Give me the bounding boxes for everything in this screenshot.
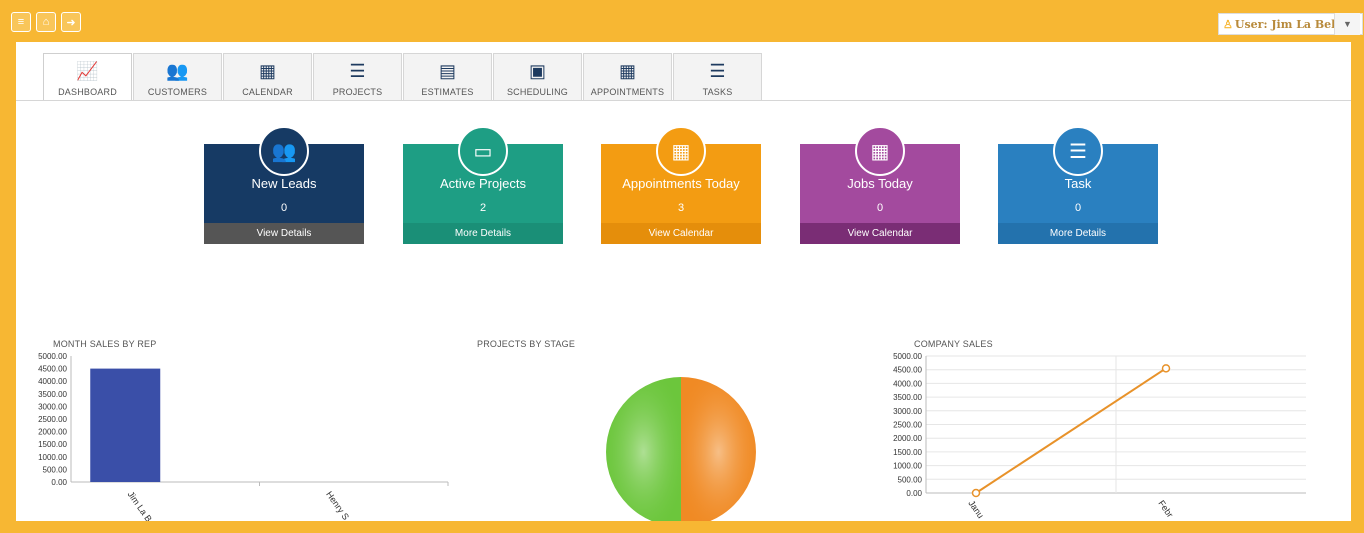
pie-slice-shade — [606, 377, 681, 521]
tab-divider — [16, 100, 1351, 101]
y-tick-label: 3500.00 — [893, 393, 922, 402]
data-point — [1161, 364, 1171, 373]
tab-label: CALENDAR — [242, 87, 293, 97]
tab-tasks[interactable]: ☰ TASKS — [673, 53, 762, 101]
y-tick-label: 3500.00 — [38, 390, 67, 399]
card-appointments-today: ▦ Appointments Today 3 View Calendar — [601, 126, 761, 244]
pie-chart — [606, 377, 756, 521]
y-tick-label: 1500.00 — [893, 448, 922, 457]
home-icon[interactable]: ⌂ — [36, 12, 56, 32]
users-icon: 👥 — [166, 61, 189, 81]
card-footer-link[interactable]: View Calendar — [601, 223, 761, 244]
list-icon: ☰ — [349, 61, 366, 81]
main-panel: 📈 DASHBOARD 👥 CUSTOMERS ▦ CALENDAR ☰ PROJECTS ▤ E… — [16, 42, 1351, 521]
card-footer-link[interactable]: More Details — [403, 223, 563, 244]
tasks-icon: ☰ — [1053, 126, 1103, 176]
chart-line-icon: 📈 — [76, 61, 99, 81]
card-count: 3 — [677, 202, 685, 214]
y-tick-label: 4500.00 — [893, 366, 922, 375]
y-tick-label: 5000.00 — [893, 352, 922, 361]
tab-label: CUSTOMERS — [147, 87, 208, 97]
calendar-icon: ▦ — [618, 61, 636, 81]
line-chart: 5000.00 4500.00 4000.00 3500.00 3000.00 2500.… — [893, 352, 1306, 520]
card-task: ☰ Task 0 More Details — [998, 126, 1158, 244]
card-title: Appointments Today — [622, 176, 740, 191]
list-icon: ☰ — [709, 61, 726, 81]
y-tick-label: 2000.00 — [38, 428, 67, 437]
clipboard-icon: ▣ — [528, 61, 546, 81]
pie-slice-shade — [681, 377, 756, 521]
user-label: User: Jim La Belle — [1234, 17, 1347, 31]
tab-projects[interactable]: ☰ PROJECTS — [313, 53, 402, 101]
y-tick-label: 2000.00 — [893, 434, 922, 443]
tab-estimates[interactable]: ▤ ESTIMATES — [403, 53, 492, 101]
logout-icon[interactable]: ➜ — [61, 12, 81, 32]
tab-label: SCHEDULING — [506, 87, 568, 97]
calendar-icon: ▦ — [656, 126, 706, 176]
series-line — [975, 367, 1167, 494]
y-tick-label: 4000.00 — [38, 377, 67, 386]
chevron-down-icon[interactable]: ▼ — [1334, 13, 1360, 35]
card-count: 0 — [876, 202, 884, 214]
y-tick-label: 1500.00 — [38, 440, 67, 449]
tab-customers[interactable]: 👥 CUSTOMERS — [133, 53, 222, 101]
card-count: 0 — [280, 202, 288, 214]
menu-icon[interactable]: ≡ — [11, 12, 31, 32]
users-icon: 👥 — [259, 126, 309, 176]
y-tick-label: 2500.00 — [38, 415, 67, 424]
money-icon: ▭ — [458, 126, 508, 176]
y-tick-label: 500.00 — [898, 475, 923, 484]
tab-scheduling[interactable]: ▣ SCHEDULING — [493, 53, 582, 101]
card-count: 2 — [479, 202, 487, 214]
y-tick-label: 500.00 — [43, 465, 68, 474]
x-tick-label: Henry S — [324, 489, 351, 521]
tab-calendar[interactable]: ▦ CALENDAR — [223, 53, 312, 101]
card-new-leads: 👥 New Leads 0 View Details — [204, 126, 364, 244]
card-title: New Leads — [251, 176, 317, 191]
card-active-projects: ▭ Active Projects 2 More Details — [403, 126, 563, 244]
y-tick-label: 1000.00 — [38, 453, 67, 462]
tab-dashboard[interactable]: 📈 DASHBOARD — [43, 53, 132, 101]
user-icon: ♙ — [1223, 17, 1233, 31]
tab-bar: 📈 DASHBOARD 👥 CUSTOMERS ▦ CALENDAR ☰ PROJECTS ▤ E… — [43, 53, 763, 101]
tab-label: APPOINTMENTS — [590, 87, 665, 97]
x-tick-label: Jim La B — [126, 489, 154, 521]
card-footer-link[interactable]: View Details — [204, 223, 364, 244]
y-tick-label: 1000.00 — [893, 462, 922, 471]
tab-label: ESTIMATES — [421, 87, 474, 97]
card-footer-link[interactable]: View Calendar — [800, 223, 960, 244]
y-tick-label: 3000.00 — [893, 407, 922, 416]
y-tick-label: 3000.00 — [38, 402, 67, 411]
y-tick-label: 4000.00 — [893, 379, 922, 388]
card-jobs-today: ▦ Jobs Today 0 View Calendar — [800, 126, 960, 244]
x-tick-label: Janu — [966, 498, 985, 520]
y-tick-label: 0.00 — [906, 489, 922, 498]
top-bar: ≡ ⌂ ➜ ♙ User: Jim La Belle ▼ — [0, 0, 1364, 42]
card-count: 0 — [1074, 202, 1082, 214]
chart-title-projects-by-stage: PROJECTS BY STAGE — [477, 339, 576, 349]
calendar-icon: ▦ — [855, 126, 905, 176]
y-tick-label: 4500.00 — [38, 365, 67, 374]
card-title: Task — [1064, 176, 1092, 191]
tab-label: PROJECTS — [332, 87, 383, 97]
tab-label: TASKS — [702, 87, 733, 97]
data-point — [971, 488, 981, 498]
y-tick-label: 2500.00 — [893, 421, 922, 430]
calendar-icon: ▦ — [258, 61, 276, 81]
tab-appointments[interactable]: ▦ APPOINTMENTS — [583, 53, 672, 101]
card-title: Active Projects — [440, 176, 526, 191]
card-title: Jobs Today — [847, 176, 913, 191]
y-tick-label: 5000.00 — [38, 352, 67, 361]
card-footer-link[interactable]: More Details — [998, 223, 1158, 244]
y-tick-label: 0.00 — [51, 478, 67, 487]
file-pdf-icon: ▤ — [438, 61, 456, 81]
x-tick-label: Febr — [1156, 498, 1175, 519]
tab-label: DASHBOARD — [58, 87, 117, 97]
bar-chart: 5000.00 4500.00 4000.00 3500.00 3000.00 2500.… — [38, 352, 449, 521]
bar — [90, 368, 161, 482]
